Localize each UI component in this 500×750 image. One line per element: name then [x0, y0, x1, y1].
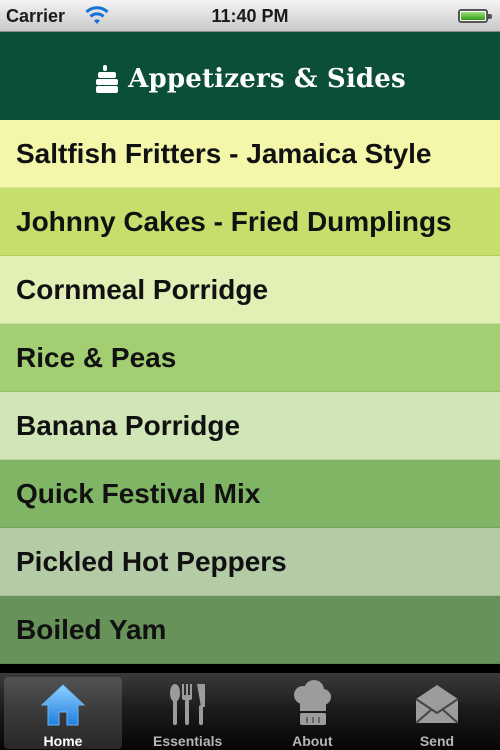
chef-hat-icon — [294, 680, 332, 725]
list-item[interactable]: Pickled Hot Peppers — [0, 528, 500, 596]
tab-label: Send — [419, 733, 455, 749]
list-item[interactable]: Quick Festival Mix — [0, 460, 500, 528]
list-item-label: Pickled Hot Peppers — [16, 545, 287, 577]
list-item-label: Saltfish Fritters - Jamaica Style — [16, 137, 432, 169]
tab-label: Essentials — [153, 733, 223, 749]
list-item-label: Banana Porridge — [16, 409, 241, 441]
page-header: Appetizers & Sides — [0, 32, 500, 120]
clock: 11:40 PM — [211, 6, 289, 26]
tab-label: About — [292, 733, 333, 749]
list-item-label: Cornmeal Porridge — [16, 273, 269, 305]
envelope-icon — [415, 685, 459, 724]
tab-label: Home — [43, 733, 83, 749]
list-item[interactable]: Cornmeal Porridge — [0, 256, 500, 324]
tab-home[interactable]: Home — [4, 677, 122, 749]
tab-bar: Home Essentials About Send — [0, 672, 500, 750]
list-item-label: Johnny Cakes - Fried Dumplings — [16, 205, 452, 237]
recipe-list: Saltfish Fritters - Jamaica Style Johnny… — [0, 120, 500, 672]
list-item[interactable]: Rice & Peas — [0, 324, 500, 392]
list-item[interactable]: Boiled Yam — [0, 596, 500, 664]
list-item-label: Boiled Yam — [16, 613, 167, 645]
utensils-icon — [169, 684, 205, 725]
list-item[interactable]: Johnny Cakes - Fried Dumplings — [0, 188, 500, 256]
list-item[interactable]: Saltfish Fritters - Jamaica Style — [0, 120, 500, 188]
cake-icon — [96, 65, 119, 93]
page-title: Appetizers & Sides — [128, 64, 406, 94]
home-icon — [40, 684, 86, 726]
tab-essentials[interactable]: Essentials — [129, 677, 247, 749]
tab-send[interactable]: Send — [378, 677, 496, 749]
tab-about[interactable]: About — [253, 677, 371, 749]
list-item-label: Quick Festival Mix — [16, 477, 261, 509]
status-bar: Carrier 11:40 PM — [0, 0, 500, 32]
list-item-label: Rice & Peas — [16, 341, 177, 373]
battery-icon — [458, 9, 492, 23]
list-item[interactable]: Banana Porridge — [0, 392, 500, 460]
